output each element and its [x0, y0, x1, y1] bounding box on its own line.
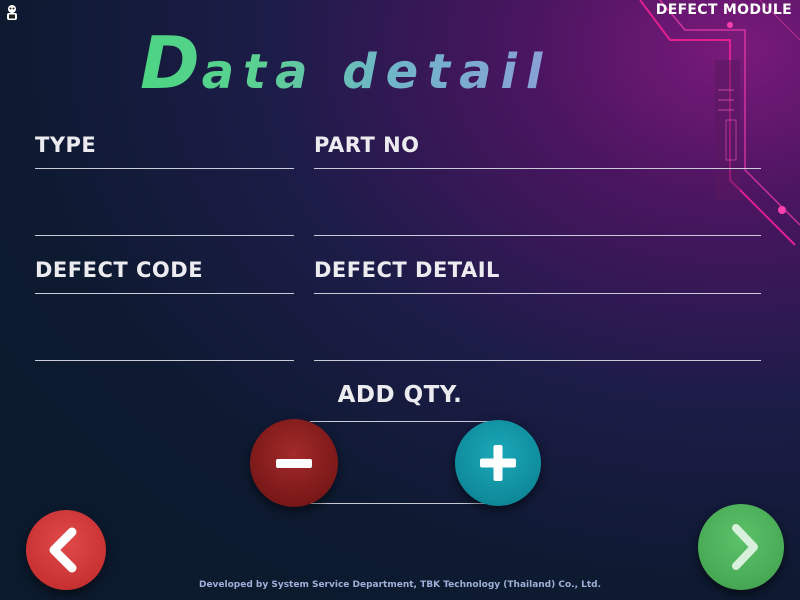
- defect-detail-value-underline: [314, 360, 761, 361]
- part-no-label: PART NO: [314, 133, 420, 157]
- type-label-underline: [35, 168, 294, 169]
- defect-code-label: DEFECT CODE: [35, 258, 204, 282]
- next-button[interactable]: [698, 504, 784, 590]
- part-no-label-underline: [314, 168, 761, 169]
- add-qty-label: ADD QTY.: [337, 382, 463, 408]
- chevron-left-icon: [49, 527, 77, 573]
- minus-icon: [276, 459, 312, 468]
- module-title: DEFECT MODULE: [655, 2, 792, 18]
- part-no-value-underline: [314, 235, 761, 236]
- corner-decoration: [639, 0, 800, 246]
- defect-code-label-underline: [35, 293, 294, 294]
- defect-detail-label-underline: [314, 293, 761, 294]
- footer-credit: Developed by System Service Department, …: [198, 580, 602, 590]
- page-title-rest: ata detail: [201, 44, 552, 100]
- increase-qty-button[interactable]: [455, 420, 541, 506]
- type-value-underline: [35, 235, 294, 236]
- defect-code-value-underline: [35, 360, 294, 361]
- type-label: TYPE: [35, 133, 97, 157]
- decrease-qty-button[interactable]: [250, 419, 338, 507]
- app-logo-icon: [7, 5, 17, 20]
- chevron-right-icon: [732, 524, 758, 570]
- page-title: Data detail: [140, 18, 551, 117]
- plus-icon: [480, 445, 516, 481]
- page-title-initial: D: [140, 21, 202, 105]
- back-button[interactable]: [26, 510, 106, 590]
- defect-detail-label: DEFECT DETAIL: [314, 258, 500, 282]
